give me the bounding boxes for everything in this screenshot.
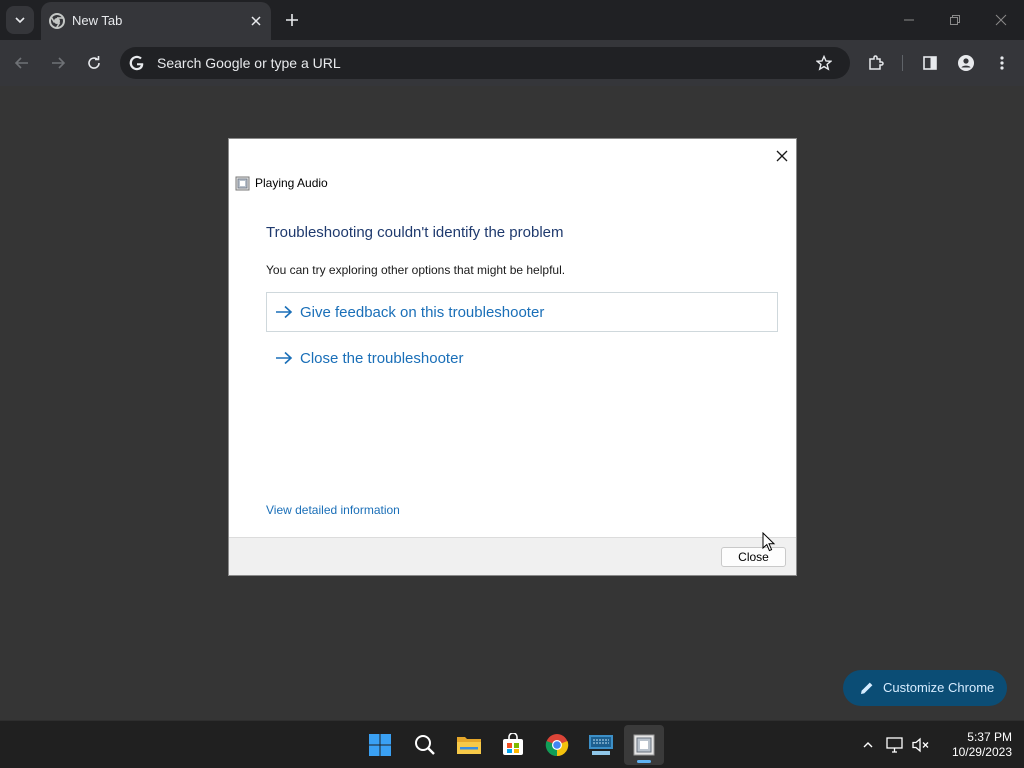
arrow-right-icon	[276, 351, 293, 365]
start-icon	[369, 734, 391, 756]
tab-close-button[interactable]	[247, 12, 265, 30]
dialog-close-button[interactable]: Close	[721, 547, 786, 567]
minimize-icon	[904, 19, 914, 21]
close-icon	[776, 150, 788, 162]
profile-icon	[958, 55, 974, 71]
troubleshooter-app-icon	[235, 176, 250, 191]
restore-button[interactable]	[932, 0, 978, 40]
network-icon	[886, 737, 903, 753]
give-feedback-option[interactable]: Give feedback on this troubleshooter	[266, 292, 778, 332]
tab-strip: New Tab	[0, 0, 1024, 40]
reload-button[interactable]	[80, 49, 108, 77]
troubleshooter-icon	[633, 734, 655, 756]
file-explorer-icon	[457, 737, 481, 754]
arrow-left-icon	[14, 57, 28, 69]
star-icon	[816, 55, 832, 71]
show-hidden-icons-button[interactable]	[858, 735, 878, 755]
dialog-close-x-button[interactable]	[770, 144, 794, 168]
touch-keyboard-button[interactable]	[581, 725, 621, 765]
start-button[interactable]	[360, 725, 400, 765]
volume-tray-button[interactable]	[911, 735, 931, 755]
extensions-button[interactable]	[862, 49, 890, 77]
volume-muted-icon	[912, 737, 929, 753]
restore-icon	[950, 15, 960, 25]
forward-button[interactable]	[44, 49, 72, 77]
mouse-cursor-icon	[762, 532, 776, 552]
side-panel-icon	[923, 56, 937, 70]
clock-date: 10/29/2023	[951, 745, 1012, 759]
dialog-footer: Close	[229, 537, 796, 575]
dialog-subtext: You can try exploring other options that…	[266, 263, 566, 277]
arrow-right-icon	[52, 57, 66, 69]
active-app-indicator	[637, 760, 651, 763]
microsoft-store-button[interactable]	[493, 725, 533, 765]
chevron-down-icon	[15, 17, 25, 24]
store-icon	[503, 733, 523, 755]
plus-icon	[286, 14, 298, 26]
google-g-icon	[129, 55, 144, 71]
network-tray-button[interactable]	[885, 735, 905, 755]
close-icon	[251, 16, 261, 26]
arrow-right-icon	[276, 305, 293, 319]
search-icon	[415, 735, 435, 755]
dialog-app-title: Playing Audio	[255, 176, 328, 190]
puzzle-icon	[869, 55, 884, 70]
windows-taskbar: 5:37 PM 10/29/2023	[0, 720, 1024, 768]
clock-time: 5:37 PM	[967, 730, 1012, 744]
more-vertical-icon	[1000, 56, 1004, 70]
dialog-heading: Troubleshooting couldn't identify the pr…	[266, 224, 564, 241]
chevron-up-icon	[863, 742, 873, 748]
view-detailed-information-link[interactable]: View detailed information	[266, 503, 400, 517]
taskbar-clock[interactable]: 5:37 PM 10/29/2023	[938, 730, 1012, 760]
window-close-button[interactable]	[978, 0, 1024, 40]
screen: New Tab Search Google or type a URL Play…	[0, 0, 1024, 768]
bookmark-star-button[interactable]	[814, 53, 834, 73]
customize-chrome-label: Customize Chrome	[883, 680, 995, 695]
profile-button[interactable]	[952, 49, 980, 77]
customize-chrome-button[interactable]: Customize Chrome	[843, 670, 1007, 706]
tab-title: New Tab	[72, 13, 123, 28]
chrome-menu-button[interactable]	[988, 49, 1016, 77]
file-explorer-button[interactable]	[449, 725, 489, 765]
chrome-icon	[545, 734, 569, 757]
chrome-taskbar-button[interactable]	[537, 725, 577, 765]
troubleshooter-taskbar-button[interactable]	[624, 725, 664, 765]
omnibox[interactable]: Search Google or type a URL	[120, 47, 850, 79]
tab-search-button[interactable]	[6, 6, 34, 34]
chrome-favicon-icon	[49, 13, 65, 29]
side-panel-button[interactable]	[916, 49, 944, 77]
troubleshooter-dialog: Playing Audio Troubleshooting couldn't i…	[228, 138, 797, 576]
browser-toolbar: Search Google or type a URL	[0, 40, 1024, 86]
new-tab-button[interactable]	[280, 8, 304, 32]
taskbar-search-button[interactable]	[405, 725, 445, 765]
tab-new-tab[interactable]: New Tab	[41, 2, 271, 40]
close-icon	[995, 14, 1007, 26]
omnibox-placeholder: Search Google or type a URL	[157, 55, 341, 71]
toolbar-separator	[902, 55, 903, 71]
minimize-button[interactable]	[886, 0, 932, 40]
option-label: Give feedback on this troubleshooter	[300, 304, 545, 321]
close-troubleshooter-option[interactable]: Close the troubleshooter	[266, 338, 778, 378]
touch-keyboard-icon	[589, 735, 613, 755]
reload-icon	[88, 56, 100, 69]
option-label: Close the troubleshooter	[300, 350, 464, 367]
back-button[interactable]	[8, 49, 36, 77]
pencil-icon	[861, 682, 873, 694]
